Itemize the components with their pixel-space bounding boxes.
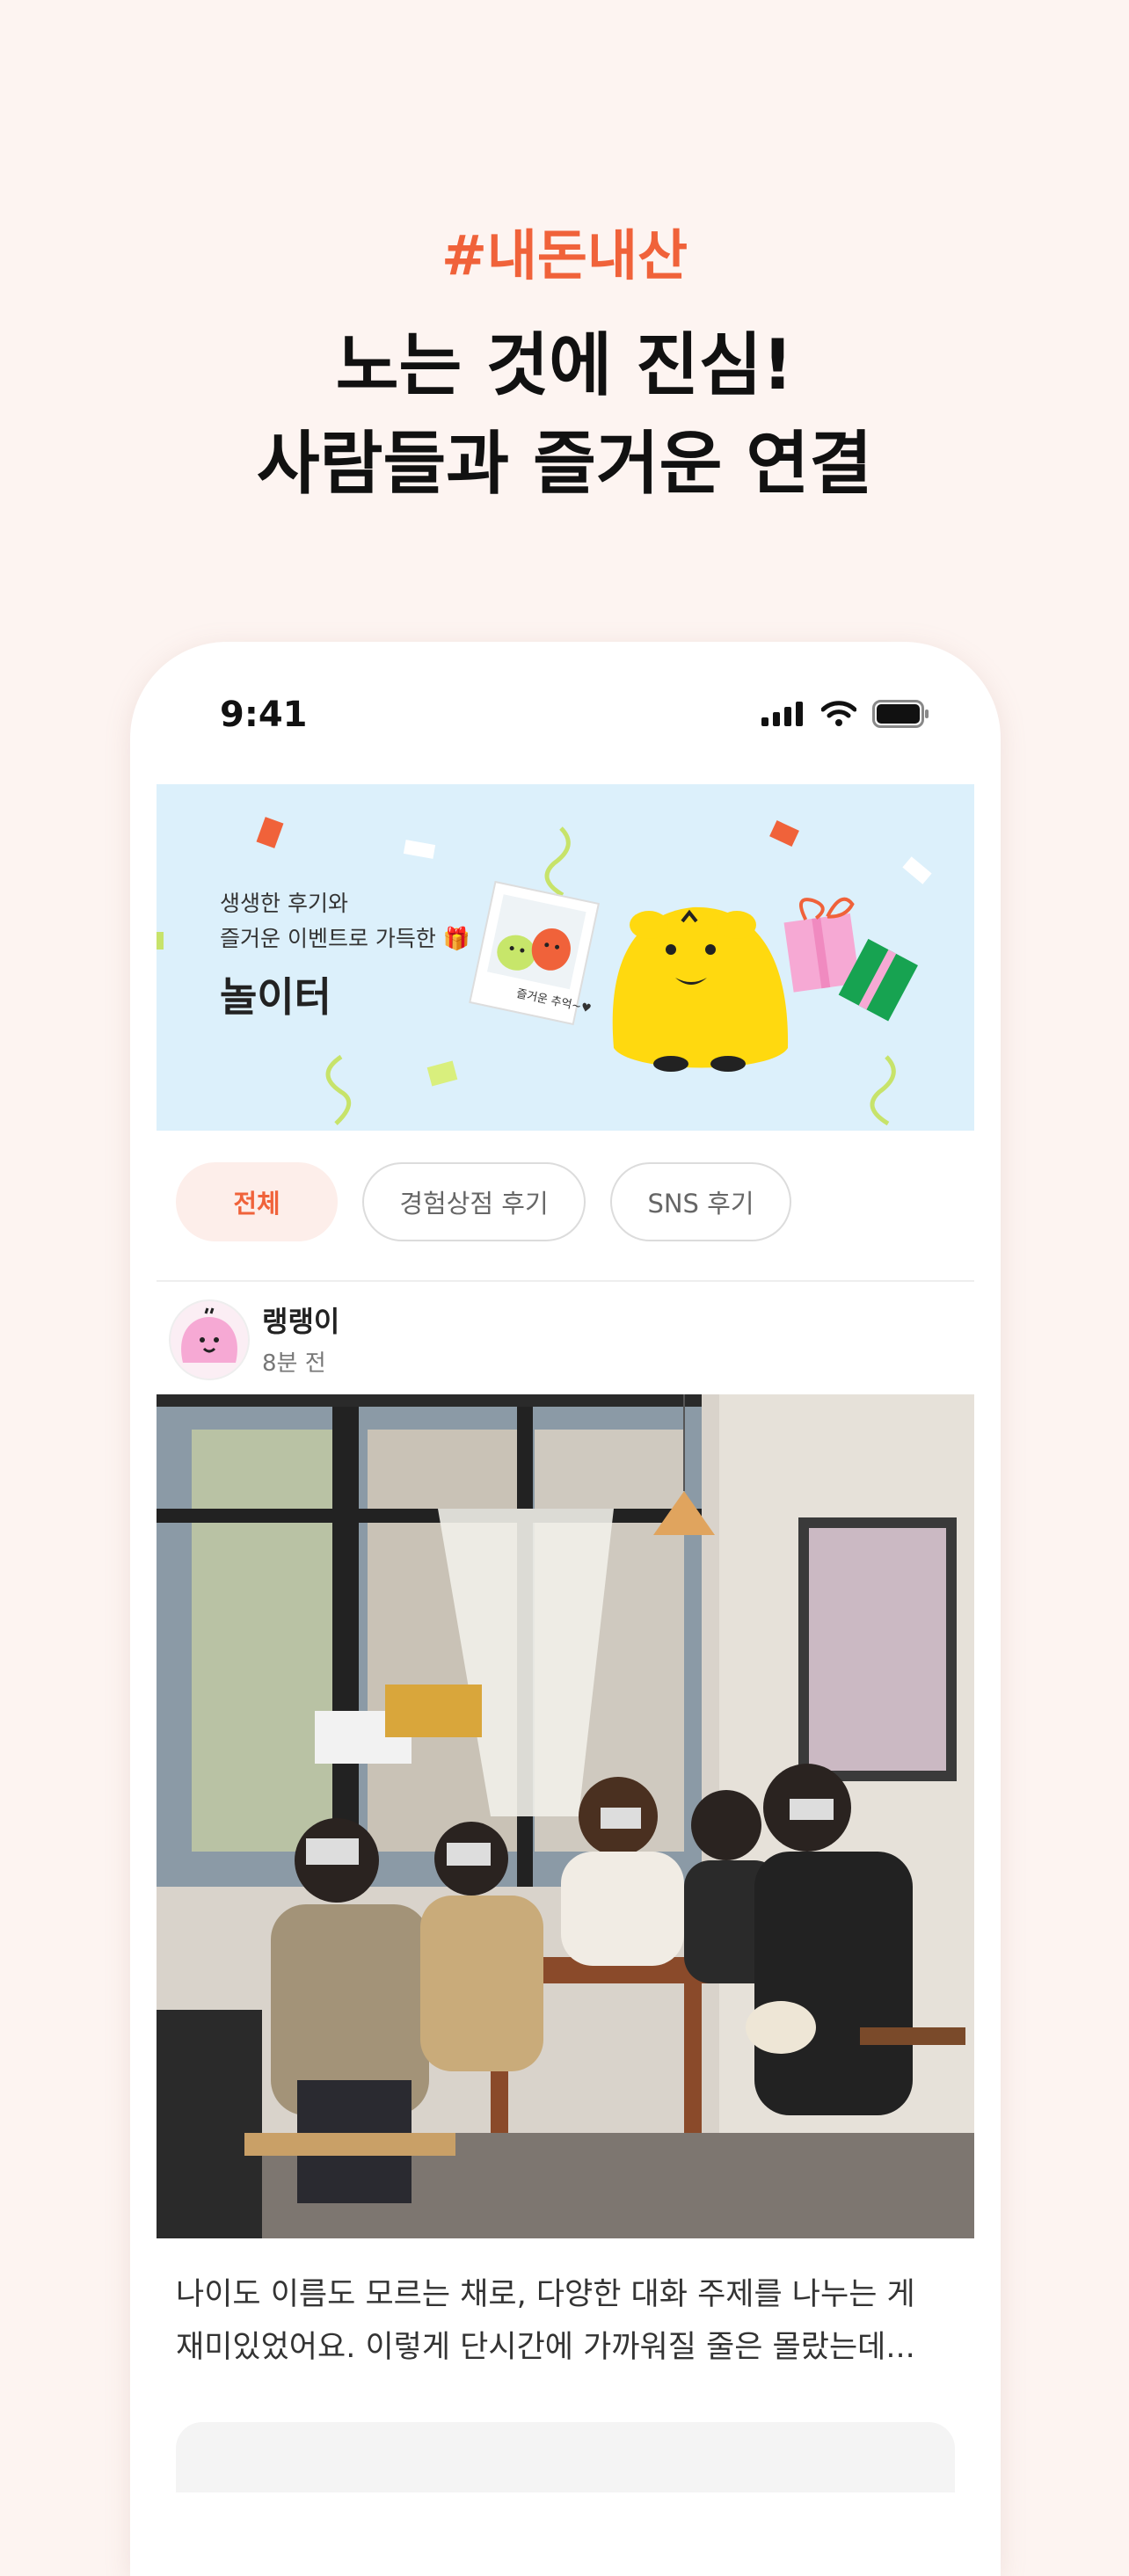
divider: [157, 1280, 974, 1282]
signal-icon: [761, 702, 803, 726]
filter-tabs: 전체 경험상점 후기 SNS 후기: [176, 1162, 791, 1241]
phone-frame: 9:41 즐거운 추억~♥ 생생한 후기와 즐거운 이벤트로 가득한 🎁 놀이터…: [130, 642, 1001, 2576]
post-photo[interactable]: [157, 1394, 974, 2238]
banner-title: 놀이터: [220, 973, 331, 1021]
post-text-line-1: 나이도 이름도 모르는 채로, 다양한 대화 주제를 나누는 게: [176, 2277, 915, 2312]
avatar[interactable]: [169, 1299, 250, 1380]
tab-experience-review[interactable]: 경험상점 후기: [362, 1162, 586, 1241]
status-time: 9:41: [220, 695, 308, 735]
post-text[interactable]: 나이도 이름도 모르는 채로, 다양한 대화 주제를 나누는 게 재미있었어요.…: [176, 2268, 967, 2374]
post-time: 8분 전: [262, 1350, 326, 1377]
wifi-icon: [821, 701, 856, 726]
banner-subtitle-line-1: 생생한 후기와: [220, 891, 348, 916]
banner-subtitle: 생생한 후기와 즐거운 이벤트로 가득한 🎁: [220, 886, 470, 957]
banner-subtitle-line-2: 즐거운 이벤트로 가득한 🎁: [220, 926, 470, 951]
status-icons: [761, 700, 930, 728]
hashtag-title: #내돈내산: [441, 223, 688, 287]
post-author[interactable]: 랭랭이: [262, 1299, 339, 1340]
tab-sns-review[interactable]: SNS 후기: [610, 1162, 791, 1241]
tab-all[interactable]: 전체: [176, 1162, 338, 1241]
banner-illustration: 즐거운 추억~♥: [157, 817, 932, 1126]
next-card-preview: [176, 2422, 955, 2492]
post-text-line-2: 재미있었어요. 이렇게 단시간에 가까워질 줄은 몰랐는데...: [176, 2330, 915, 2365]
promo-headline: 노는 것에 진심! 사람들과 즐거운 연결: [0, 317, 1129, 513]
headline-line-2: 사람들과 즐거운 연결: [256, 425, 873, 504]
battery-icon: [872, 700, 929, 728]
event-banner[interactable]: 즐거운 추억~♥ 생생한 후기와 즐거운 이벤트로 가득한 🎁 놀이터: [157, 784, 974, 1131]
headline-line-1: 노는 것에 진심!: [335, 326, 794, 405]
